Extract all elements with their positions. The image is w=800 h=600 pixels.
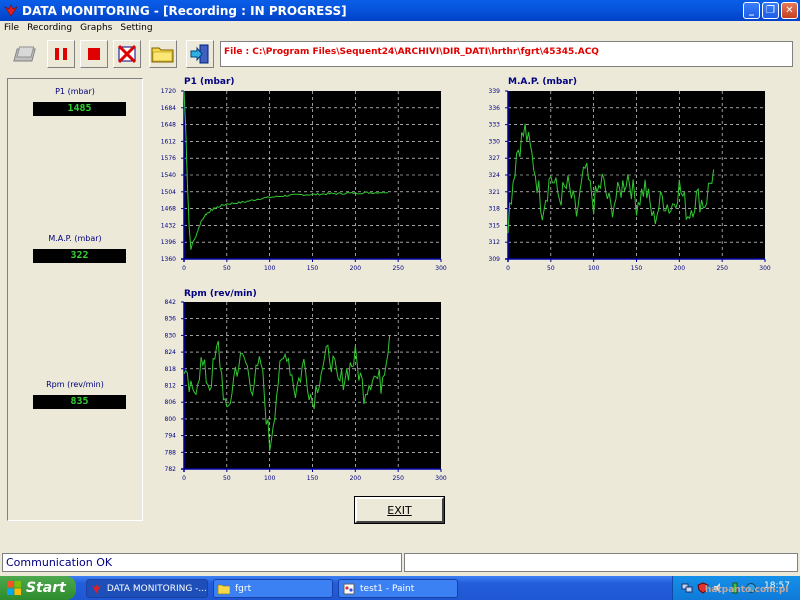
y-tick-label: 1612 [161, 138, 176, 145]
y-tick-label: 1396 [161, 239, 176, 246]
x-tick-label: 0 [182, 265, 186, 272]
y-tick-label: 1504 [161, 189, 176, 196]
taskbar-item-fgrt[interactable]: fgrt [213, 579, 333, 598]
x-tick-label: 300 [435, 475, 447, 482]
taskbar-item-paint[interactable]: test1 - Paint [338, 579, 458, 598]
taskbar-item-label: fgrt [235, 583, 252, 594]
folder-icon [218, 584, 230, 594]
x-tick-label: 100 [264, 265, 276, 272]
paint-icon [343, 583, 355, 594]
y-tick-label: 321 [489, 189, 501, 196]
y-tick-label: 1360 [161, 256, 176, 263]
y-tick-label: 1720 [161, 88, 176, 95]
y-tick-label: 800 [165, 416, 177, 423]
taskbar-item-label: test1 - Paint [360, 583, 415, 594]
y-tick-label: 1540 [161, 172, 176, 179]
y-tick-label: 794 [165, 433, 177, 440]
x-tick-label: 200 [674, 265, 686, 272]
y-tick-label: 812 [165, 383, 177, 390]
taskbar-item-data-monitoring[interactable]: DATA MONITORING -... [86, 579, 208, 598]
x-tick-label: 0 [182, 475, 186, 482]
y-tick-label: 842 [165, 299, 177, 306]
y-tick-label: 818 [165, 366, 177, 373]
y-tick-label: 1684 [161, 105, 176, 112]
x-tick-label: 100 [264, 475, 276, 482]
y-tick-label: 330 [489, 138, 501, 145]
x-tick-label: 150 [631, 265, 643, 272]
app-icon [91, 583, 101, 594]
windows-logo-icon [7, 581, 21, 595]
x-tick-label: 50 [223, 265, 231, 272]
y-tick-label: 309 [489, 256, 501, 263]
y-tick-label: 327 [489, 155, 501, 162]
y-tick-label: 1468 [161, 206, 176, 213]
x-tick-label: 50 [223, 475, 231, 482]
y-tick-label: 336 [489, 105, 501, 112]
x-tick-label: 250 [392, 265, 404, 272]
exit-button-label: EXIT [387, 503, 412, 517]
y-tick-label: 1648 [161, 122, 176, 129]
y-tick-label: 824 [165, 349, 177, 356]
y-tick-label: 782 [165, 466, 177, 473]
y-tick-label: 788 [165, 449, 177, 456]
start-label: Start [26, 580, 66, 596]
x-tick-label: 50 [547, 265, 555, 272]
y-tick-label: 318 [489, 206, 501, 213]
y-tick-label: 836 [165, 316, 177, 323]
taskbar-item-label: DATA MONITORING -... [106, 583, 207, 594]
y-tick-label: 806 [165, 399, 177, 406]
status-panel-secondary [404, 553, 798, 572]
start-button[interactable]: Start [0, 576, 76, 600]
x-tick-label: 150 [307, 265, 319, 272]
x-tick-label: 100 [588, 265, 600, 272]
x-tick-label: 200 [350, 265, 362, 272]
y-tick-label: 333 [489, 122, 501, 129]
y-tick-label: 312 [489, 239, 501, 246]
y-tick-label: 315 [489, 222, 501, 229]
x-tick-label: 300 [759, 265, 771, 272]
network-icon[interactable] [681, 582, 693, 594]
y-tick-label: 1432 [161, 222, 176, 229]
y-tick-label: 324 [489, 172, 501, 179]
exit-button[interactable]: EXIT [354, 496, 445, 524]
y-tick-label: 339 [489, 88, 501, 95]
status-message: Communication OK [2, 553, 402, 572]
taskbar: Start DATA MONITORING -... fgrt test1 - … [0, 576, 800, 600]
x-tick-label: 250 [716, 265, 728, 272]
y-tick-label: 830 [165, 332, 177, 339]
x-tick-label: 250 [392, 475, 404, 482]
x-tick-label: 0 [506, 265, 510, 272]
watermark: hatpanto.com.pl [705, 585, 789, 595]
x-tick-label: 150 [307, 475, 319, 482]
y-tick-label: 1576 [161, 155, 176, 162]
x-tick-label: 200 [350, 475, 362, 482]
x-tick-label: 300 [435, 265, 447, 272]
